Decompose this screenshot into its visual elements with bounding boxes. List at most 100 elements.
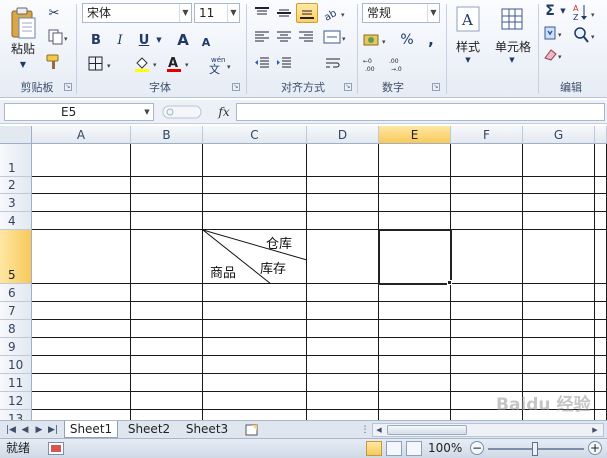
grid-cell[interactable] bbox=[451, 338, 523, 356]
grid-cell[interactable] bbox=[131, 374, 203, 392]
underline-button[interactable]: U bbox=[134, 30, 154, 50]
next-sheet-icon[interactable]: ▶ bbox=[32, 423, 46, 437]
zoom-slider-thumb[interactable] bbox=[532, 442, 538, 456]
grid-cell[interactable] bbox=[307, 144, 379, 177]
column-header-b[interactable]: B bbox=[131, 126, 203, 144]
grid-cell[interactable] bbox=[379, 284, 451, 302]
font-family-select[interactable]: 宋体 ▼ bbox=[82, 3, 192, 23]
grid-cell[interactable] bbox=[379, 320, 451, 338]
borders-icon[interactable]: ▾ bbox=[86, 54, 116, 74]
cells-dropdown-icon[interactable]: ▼ bbox=[506, 54, 518, 66]
last-sheet-icon[interactable]: ▶| bbox=[46, 423, 60, 437]
font-launcher-icon[interactable]: ↘ bbox=[232, 83, 240, 91]
prev-sheet-icon[interactable]: ◀ bbox=[18, 423, 32, 437]
row-header-6[interactable]: 6 bbox=[0, 284, 32, 302]
grid-cell[interactable] bbox=[595, 356, 607, 374]
grow-font-button[interactable]: A bbox=[174, 30, 192, 50]
grid-cell[interactable] bbox=[451, 144, 523, 177]
grid-cell[interactable] bbox=[203, 302, 307, 320]
wrap-text-icon[interactable] bbox=[322, 54, 344, 72]
grid-cell[interactable] bbox=[203, 177, 307, 194]
grid-cell[interactable] bbox=[32, 374, 131, 392]
autosum-button[interactable]: Σ bbox=[542, 2, 558, 20]
grid-cell[interactable] bbox=[307, 392, 379, 410]
grid-cell[interactable] bbox=[523, 320, 595, 338]
grid-cell[interactable] bbox=[379, 177, 451, 194]
grid-cell[interactable] bbox=[523, 212, 595, 230]
grid-cell[interactable] bbox=[595, 177, 607, 194]
grid-cell[interactable] bbox=[595, 212, 607, 230]
decrease-indent-icon[interactable] bbox=[252, 54, 272, 72]
grid-cell[interactable] bbox=[307, 374, 379, 392]
grid-cell[interactable] bbox=[131, 230, 203, 284]
grid-cell[interactable] bbox=[523, 338, 595, 356]
alignment-launcher-icon[interactable]: ↘ bbox=[344, 83, 352, 91]
clear-icon[interactable]: ▾ bbox=[542, 46, 568, 64]
grid-cell[interactable] bbox=[379, 392, 451, 410]
grid-cell[interactable] bbox=[131, 356, 203, 374]
grid-cell[interactable] bbox=[451, 194, 523, 212]
column-header-f[interactable]: F bbox=[451, 126, 523, 144]
find-select-icon[interactable]: ▾ bbox=[572, 24, 602, 46]
underline-dropdown-icon[interactable]: ▼ bbox=[154, 34, 164, 46]
grid-cell[interactable] bbox=[203, 338, 307, 356]
grid-cell[interactable] bbox=[451, 230, 523, 284]
grid-cell[interactable] bbox=[379, 356, 451, 374]
grid-cell[interactable] bbox=[379, 338, 451, 356]
insert-function-button[interactable]: fx bbox=[214, 103, 234, 121]
grid-cell[interactable] bbox=[32, 320, 131, 338]
number-launcher-icon[interactable]: ↘ bbox=[432, 83, 440, 91]
font-color-icon[interactable]: A ▾ bbox=[164, 54, 194, 74]
grid-cell[interactable] bbox=[595, 144, 607, 177]
grid-cell[interactable] bbox=[379, 302, 451, 320]
name-box-dropdown-icon[interactable]: ▼ bbox=[140, 104, 154, 120]
orientation-icon[interactable]: ab ▾ bbox=[322, 4, 350, 22]
tab-splitter-icon[interactable]: ⋮ bbox=[360, 423, 370, 437]
grid-cell[interactable] bbox=[32, 302, 131, 320]
insert-sheet-icon[interactable] bbox=[242, 423, 262, 437]
grid-cell[interactable] bbox=[307, 194, 379, 212]
grid-cell[interactable] bbox=[203, 320, 307, 338]
row-header-12[interactable]: 12 bbox=[0, 392, 32, 410]
row-header-3[interactable]: 3 bbox=[0, 194, 32, 212]
paste-dropdown-icon[interactable]: ▼ bbox=[14, 58, 32, 70]
row-header-13[interactable]: 13 bbox=[0, 410, 32, 420]
grid-cell[interactable] bbox=[32, 410, 131, 420]
grid-cell[interactable] bbox=[523, 230, 595, 284]
styles-icon[interactable]: A bbox=[454, 4, 482, 34]
formula-input[interactable] bbox=[236, 103, 605, 121]
grid-cell[interactable] bbox=[451, 177, 523, 194]
scroll-right-icon[interactable]: ▶ bbox=[589, 424, 601, 436]
normal-view-icon[interactable] bbox=[366, 441, 382, 456]
column-header-c[interactable]: C bbox=[203, 126, 307, 144]
zoom-slider[interactable] bbox=[488, 442, 584, 456]
grid-cell[interactable] bbox=[451, 302, 523, 320]
grid-cell[interactable] bbox=[379, 144, 451, 177]
macro-record-icon[interactable] bbox=[48, 442, 64, 455]
number-format-select[interactable]: 常规 ▼ bbox=[362, 3, 440, 23]
grid-cell[interactable] bbox=[451, 356, 523, 374]
grid-cell[interactable] bbox=[451, 212, 523, 230]
accounting-format-icon[interactable]: ▾ bbox=[362, 30, 392, 50]
grid-cell[interactable] bbox=[595, 230, 607, 284]
grid-cell[interactable] bbox=[32, 177, 131, 194]
formula-splitter-icon[interactable] bbox=[162, 105, 202, 119]
row-header-2[interactable]: 2 bbox=[0, 177, 32, 194]
grid-cell[interactable] bbox=[203, 356, 307, 374]
grid-cell[interactable] bbox=[32, 356, 131, 374]
grid-cell[interactable] bbox=[203, 144, 307, 177]
grid-cell[interactable] bbox=[379, 374, 451, 392]
grid-cell[interactable] bbox=[131, 320, 203, 338]
column-header-e[interactable]: E bbox=[379, 126, 451, 144]
grid-cell[interactable] bbox=[451, 284, 523, 302]
grid-cell[interactable] bbox=[32, 144, 131, 177]
grid-cell[interactable] bbox=[131, 194, 203, 212]
grid-cell[interactable] bbox=[32, 338, 131, 356]
copy-icon[interactable]: ▾ bbox=[44, 28, 72, 46]
merge-center-icon[interactable]: ▾ bbox=[322, 28, 350, 46]
grid-cell[interactable] bbox=[379, 212, 451, 230]
clipboard-launcher-icon[interactable]: ↘ bbox=[64, 83, 72, 91]
grid-cell[interactable] bbox=[595, 392, 607, 410]
column-header-a[interactable]: A bbox=[32, 126, 131, 144]
percent-button[interactable]: % bbox=[398, 30, 416, 50]
